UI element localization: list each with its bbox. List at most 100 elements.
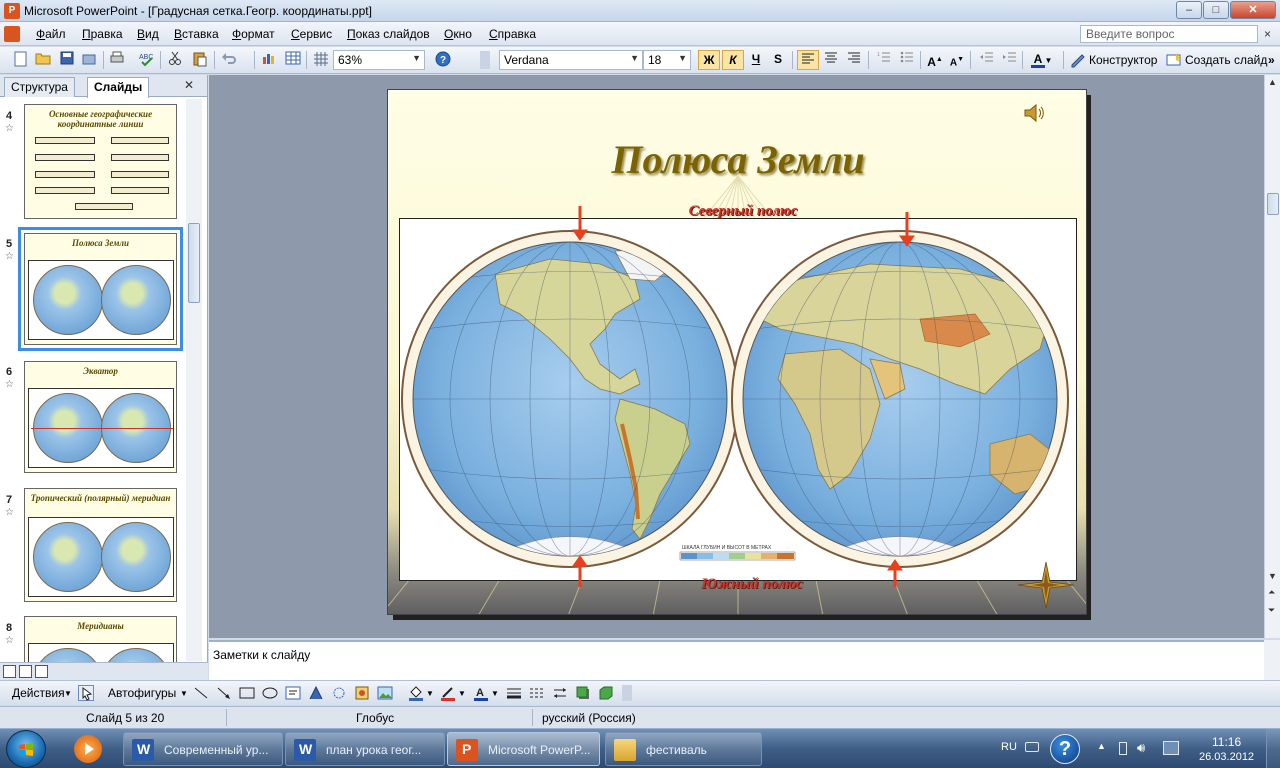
spelling-icon[interactable]: ABC [138, 51, 156, 69]
taskbar-item-folder[interactable]: фестиваль [605, 732, 762, 766]
scroll-down-icon[interactable]: ▼ [1268, 571, 1277, 581]
3d-style-icon[interactable] [598, 685, 614, 701]
powerpoint-app-icon[interactable]: P [4, 3, 20, 19]
north-pole-label[interactable]: Северный полюс [388, 203, 1086, 220]
slide-thumbnail-5[interactable]: Полюса Земли [18, 227, 183, 351]
scrollbar-thumb[interactable] [1267, 193, 1279, 215]
shadow-button[interactable]: S [767, 50, 789, 70]
designer-button[interactable]: Конструктор [1089, 53, 1157, 67]
close-button[interactable]: ✕ [1230, 1, 1276, 19]
minimize-button[interactable]: – [1176, 1, 1202, 19]
cut-icon[interactable] [166, 51, 184, 69]
dash-style-icon[interactable] [529, 685, 545, 701]
help-icon[interactable]: ? [1050, 734, 1080, 764]
autoshapes-menu[interactable]: Автофигуры [108, 686, 176, 700]
text-color-icon[interactable]: A [473, 685, 489, 701]
align-left-icon[interactable] [797, 50, 819, 70]
next-slide-icon[interactable]: ⏷ [1268, 605, 1275, 616]
paste-icon[interactable] [191, 51, 209, 69]
align-center-icon[interactable] [820, 50, 842, 70]
slide-thumbnail-4[interactable]: Основные географические координатные лин… [24, 104, 177, 219]
line-color-icon[interactable] [440, 685, 456, 701]
previous-slide-icon[interactable]: ⏶ [1268, 587, 1275, 598]
battery-icon[interactable] [1119, 742, 1127, 755]
insert-table-icon[interactable] [284, 51, 302, 69]
keyboard-icon[interactable] [1025, 742, 1039, 752]
taskbar-item-word-2[interactable]: W план урока геог... [285, 732, 445, 766]
clock-date[interactable]: 26.03.2012 [1199, 751, 1254, 763]
help-icon[interactable]: ? [434, 51, 452, 69]
arrow-icon[interactable] [216, 685, 232, 701]
toolbar-options-icon[interactable] [480, 51, 490, 69]
tab-slides[interactable]: Слайды [87, 77, 150, 98]
menu-window[interactable]: Окно [444, 27, 472, 41]
permission-icon[interactable] [80, 51, 98, 69]
taskbar-item-powerpoint[interactable]: P Microsoft PowerP... [447, 732, 600, 766]
font-select[interactable]: Verdana ▼ [499, 50, 643, 70]
numbering-icon[interactable]: 1 [873, 50, 895, 70]
clock-time[interactable]: 11:16 [1212, 735, 1241, 749]
diagram-icon[interactable] [331, 685, 347, 701]
scrollbar-thumb[interactable] [188, 223, 200, 303]
zoom-select[interactable]: 63% ▼ [333, 50, 425, 70]
textbox-icon[interactable] [285, 685, 301, 701]
bullets-icon[interactable] [896, 50, 918, 70]
font-color-icon[interactable]: A ▼ [1028, 50, 1058, 70]
increase-indent-icon[interactable] [998, 50, 1020, 70]
notes-pane[interactable]: Заметки к слайду [209, 640, 1264, 680]
open-icon[interactable] [34, 51, 52, 69]
start-button[interactable] [6, 730, 46, 768]
line-icon[interactable] [193, 685, 209, 701]
menu-tools[interactable]: Сервис [291, 27, 332, 41]
menu-view[interactable]: Вид [137, 27, 159, 41]
new-slide-button[interactable]: Создать слайд [1185, 53, 1267, 67]
clipart-icon[interactable] [354, 685, 370, 701]
print-icon[interactable] [108, 51, 126, 69]
line-style-icon[interactable] [506, 685, 522, 701]
document-close-icon[interactable]: × [1264, 27, 1271, 41]
notes-scrollbar[interactable] [1264, 640, 1280, 680]
slide-thumbnail-8[interactable]: Меридианы [24, 616, 177, 662]
scroll-up-icon[interactable]: ▲ [1268, 77, 1277, 87]
taskbar-item-word-1[interactable]: W Современный ур... [123, 732, 283, 766]
decrease-font-icon[interactable]: A▼ [946, 50, 968, 70]
rectangle-icon[interactable] [239, 685, 255, 701]
wordart-icon[interactable] [308, 685, 324, 701]
shadow-style-icon[interactable] [575, 685, 591, 701]
menu-edit[interactable]: Правка [82, 27, 123, 41]
oval-icon[interactable] [262, 685, 278, 701]
input-language-indicator[interactable]: RU [1001, 741, 1017, 753]
vertical-scrollbar[interactable]: ▲ ▼ ⏶ ⏷ [1264, 75, 1280, 638]
ask-question-input[interactable]: Введите вопрос [1080, 25, 1258, 43]
italic-button[interactable]: К [722, 50, 744, 70]
grid-icon[interactable] [312, 51, 330, 69]
menu-insert[interactable]: Вставка [174, 27, 219, 41]
sorter-view-icon[interactable] [19, 665, 32, 678]
media-player-pinned-icon[interactable] [74, 735, 102, 763]
new-icon[interactable] [12, 51, 30, 69]
menu-slideshow[interactable]: Показ слайдов [347, 27, 430, 41]
fill-color-icon[interactable] [408, 685, 424, 701]
insert-chart-icon[interactable] [260, 51, 278, 69]
show-desktop-button[interactable] [1266, 729, 1280, 768]
document-icon[interactable] [4, 26, 20, 42]
volume-icon[interactable]: 🔊︎ [1137, 740, 1145, 756]
decrease-indent-icon[interactable] [975, 50, 997, 70]
increase-font-icon[interactable]: A▲ [924, 50, 946, 70]
menu-file[interactable]: Файл [36, 27, 66, 41]
actions-menu[interactable]: Действия [12, 686, 65, 700]
toolbar-more-icon[interactable]: » [1268, 53, 1275, 67]
panel-close-icon[interactable]: ✕ [184, 78, 194, 92]
network-icon[interactable] [1163, 741, 1179, 755]
design-icon[interactable] [1070, 52, 1086, 68]
arrow-style-icon[interactable] [552, 685, 568, 701]
slide-thumbnail-6[interactable]: Экватор [24, 361, 177, 473]
tab-outline[interactable]: Структура [4, 77, 75, 97]
new-slide-icon[interactable] [1166, 52, 1182, 68]
normal-view-icon[interactable] [3, 665, 16, 678]
maximize-button[interactable]: □ [1203, 1, 1229, 19]
save-icon[interactable] [58, 51, 76, 69]
toolbar-options-icon[interactable] [622, 685, 632, 701]
select-objects-icon[interactable] [78, 685, 94, 701]
show-hidden-icons-icon[interactable]: ▲ [1097, 741, 1106, 751]
